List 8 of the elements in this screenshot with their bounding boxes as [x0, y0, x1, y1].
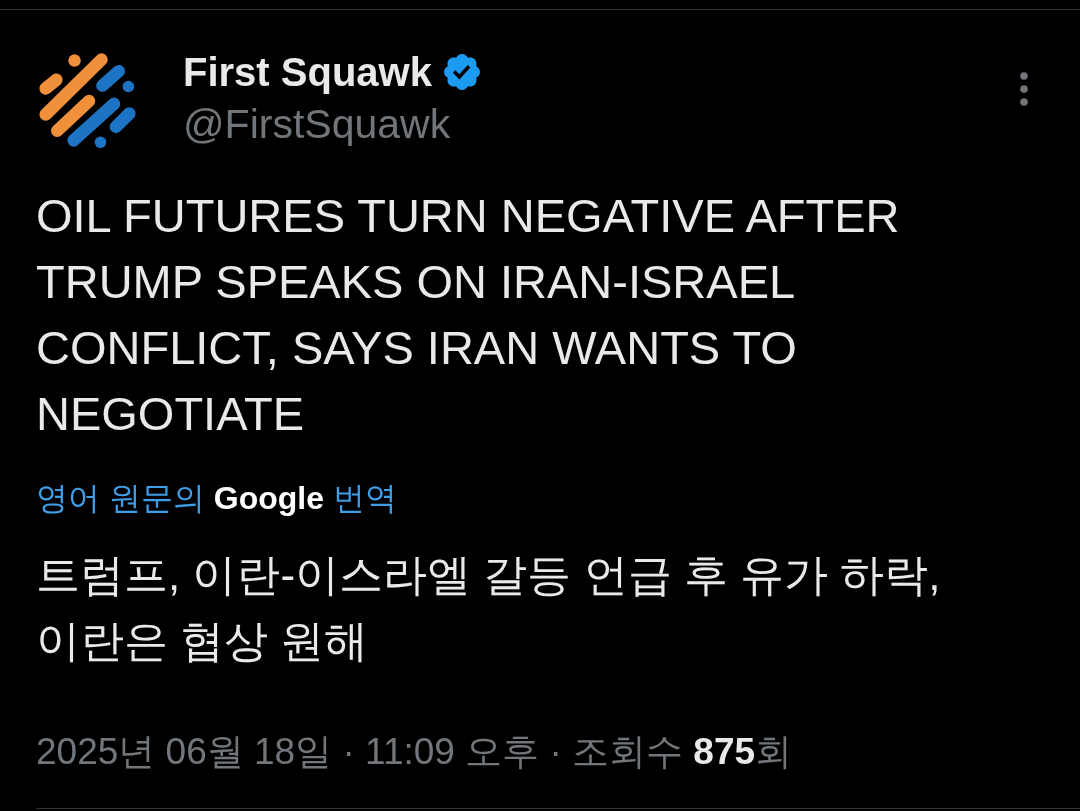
translation-credit: 영어 원문의 Google 번역: [36, 479, 397, 518]
account-handle[interactable]: @FirstSquawk: [183, 100, 480, 148]
more-options-icon[interactable]: [1019, 72, 1029, 106]
account-name[interactable]: First Squawk: [183, 48, 432, 96]
post-text: OIL FUTURES TURN NEGATIVE AFTER TRUMP SPEAKS ON IRAN-ISRAEL CONFLICT, SAYS IRAN WANTS TO NEGOTIATE: [36, 188, 901, 442]
striped-logo-avatar[interactable]: [38, 50, 138, 150]
translated-text: 트럼프, 이란-이스라엘 갈등 언급 후 유가 하락, 이란은 협상 원해: [36, 549, 942, 667]
post-date-views: 2025년 06월 18일 · 11:09 오후 · 조회수 875회: [36, 730, 793, 774]
